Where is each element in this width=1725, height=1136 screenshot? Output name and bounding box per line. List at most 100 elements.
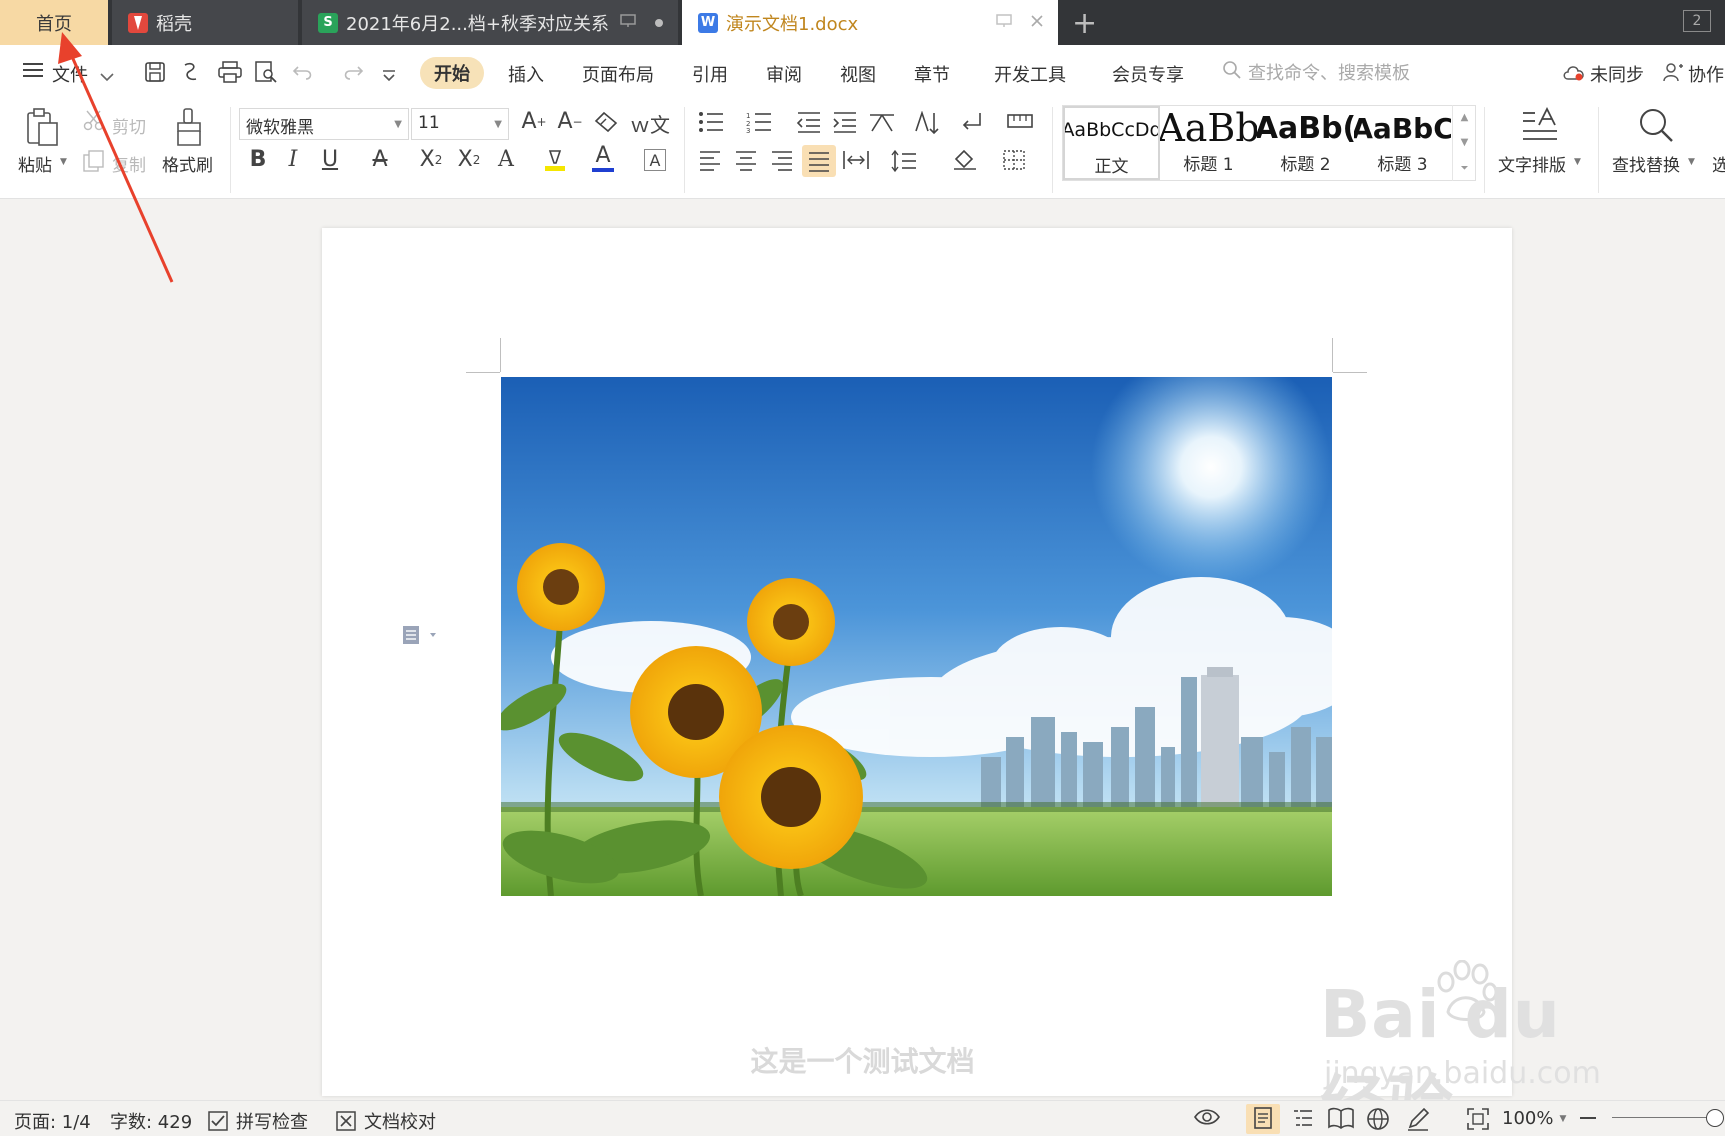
tab-home[interactable]: 首页: [0, 0, 108, 45]
shrink-font-icon[interactable]: A −: [556, 109, 584, 134]
style-heading-2[interactable]: AaBb( 标题 2: [1257, 106, 1354, 180]
zoom-slider-track[interactable]: [1612, 1117, 1712, 1118]
subscript-icon[interactable]: X2: [454, 147, 484, 172]
tab-spreadsheet[interactable]: S 2021年6月2...档+秋季对应关系: [302, 0, 678, 45]
web-layout-icon[interactable]: [1366, 1107, 1390, 1136]
table-tabs-icon[interactable]: [1006, 111, 1034, 131]
tab-document[interactable]: W 演示文档1.docx: [682, 0, 1058, 45]
screen-icon[interactable]: [996, 13, 1012, 32]
save-icon[interactable]: [144, 61, 166, 88]
menu-file[interactable]: 文件: [52, 61, 88, 87]
style-heading-3[interactable]: AaBbC 标题 3: [1354, 106, 1451, 180]
paragraph-layout-icon[interactable]: [402, 624, 440, 650]
word-count[interactable]: 字数: 429: [110, 1108, 192, 1134]
bullet-list-icon[interactable]: [698, 111, 724, 133]
fit-page-icon[interactable]: [1466, 1107, 1490, 1136]
borders-icon[interactable]: [1002, 149, 1026, 171]
print-preview-icon[interactable]: [254, 61, 278, 88]
superscript-icon[interactable]: X2: [416, 147, 446, 172]
page-indicator[interactable]: 页面: 1/4: [14, 1108, 91, 1134]
expand-gallery-icon[interactable]: ⏷: [1461, 163, 1469, 174]
shading-icon[interactable]: [952, 147, 978, 171]
paste-button[interactable]: 粘贴: [18, 151, 52, 176]
phonetic-guide-icon[interactable]: ｗ文: [630, 109, 670, 138]
find-replace-button[interactable]: 查找替换: [1612, 151, 1680, 176]
copy-button[interactable]: 复制: [112, 151, 146, 176]
decrease-indent-icon[interactable]: [796, 111, 822, 133]
find-replace-icon[interactable]: [1636, 105, 1676, 145]
chinese-layout-icon[interactable]: [868, 111, 896, 133]
outline-view-icon[interactable]: [1292, 1107, 1314, 1134]
new-tab-plus-icon[interactable]: +: [1072, 6, 1097, 41]
proofread-button[interactable]: 文档校对: [336, 1108, 436, 1134]
align-right-icon[interactable]: [770, 149, 794, 171]
export-pdf-icon[interactable]: [180, 61, 202, 88]
sort-icon[interactable]: [914, 111, 940, 135]
menu-member[interactable]: 会员专享: [1112, 61, 1184, 87]
grow-font-icon[interactable]: A +: [520, 109, 548, 134]
line-spacing-icon[interactable]: [890, 149, 918, 173]
show-marks-icon[interactable]: [958, 111, 984, 133]
undo-icon[interactable]: [292, 61, 316, 86]
menu-chapter[interactable]: 章节: [914, 61, 950, 87]
distribute-icon[interactable]: [842, 149, 870, 171]
collaborate-button[interactable]: 协作: [1662, 61, 1724, 87]
clear-format-icon[interactable]: [594, 111, 618, 133]
menu-developer[interactable]: 开发工具: [994, 61, 1066, 87]
sync-status[interactable]: 未同步: [1562, 61, 1644, 87]
zoom-level-select[interactable]: 100% ▼: [1502, 1108, 1566, 1129]
customize-toolbar-icon[interactable]: [382, 64, 396, 88]
window-count-badge[interactable]: 2: [1683, 10, 1711, 32]
char-border-icon[interactable]: A: [644, 149, 666, 171]
increase-indent-icon[interactable]: [832, 111, 858, 133]
redo-icon[interactable]: [340, 61, 364, 86]
menu-start-tab[interactable]: 开始: [420, 57, 484, 89]
tab-daoke[interactable]: 稻壳: [112, 0, 298, 45]
zoom-slider-thumb[interactable]: [1706, 1109, 1724, 1127]
paste-icon[interactable]: [22, 105, 62, 149]
align-left-icon[interactable]: [698, 149, 722, 171]
cut-icon[interactable]: [82, 109, 106, 131]
hamburger-menu-icon[interactable]: [22, 60, 44, 84]
menu-review[interactable]: 审阅: [766, 61, 802, 87]
font-name-select[interactable]: 微软雅黑 ▼: [239, 108, 409, 140]
chevron-down-icon[interactable]: ▼: [1574, 157, 1581, 167]
paste-dropdown-icon[interactable]: ▼: [60, 157, 67, 167]
text-layout-icon[interactable]: [1520, 105, 1560, 145]
command-search[interactable]: 查找命令、搜索模板: [1222, 59, 1410, 85]
font-size-select[interactable]: 11 ▼: [411, 108, 509, 140]
print-icon[interactable]: [218, 61, 242, 88]
style-heading-1[interactable]: AaBb 标题 1: [1160, 106, 1257, 180]
eye-protection-icon[interactable]: [1194, 1107, 1220, 1132]
format-painter-button[interactable]: 格式刷: [162, 151, 213, 176]
justify-icon[interactable]: [802, 145, 836, 177]
spell-check-button[interactable]: 拼写检查: [208, 1108, 308, 1134]
menu-page-layout[interactable]: 页面布局: [582, 61, 654, 87]
menu-references[interactable]: 引用: [692, 61, 728, 87]
chevron-down-icon[interactable]: ▼: [1688, 157, 1695, 167]
chevron-up-icon[interactable]: ▲: [1461, 112, 1469, 123]
chevron-down-icon[interactable]: ▼: [1461, 137, 1469, 148]
menu-view[interactable]: 视图: [840, 61, 876, 87]
text-layout-button[interactable]: 文字排版: [1498, 151, 1566, 176]
document-image-sunflowers[interactable]: [501, 377, 1332, 896]
styles-scroll[interactable]: ▲ ▼ ⏷: [1452, 105, 1476, 181]
zoom-out-icon[interactable]: [1580, 1117, 1596, 1119]
numbered-list-icon[interactable]: 123: [746, 111, 772, 133]
reading-mode-icon[interactable]: [1328, 1107, 1354, 1134]
menu-insert[interactable]: 插入: [508, 61, 544, 87]
writing-mode-icon[interactable]: [1406, 1107, 1430, 1136]
chevron-down-icon[interactable]: [100, 63, 114, 87]
strikethrough-icon[interactable]: A: [368, 147, 392, 172]
select-button[interactable]: 选: [1712, 151, 1725, 176]
close-tab-icon[interactable]: [1030, 13, 1044, 32]
screen-icon[interactable]: [620, 13, 636, 32]
italic-icon[interactable]: I: [282, 147, 304, 172]
format-painter-icon[interactable]: [172, 105, 208, 149]
style-normal[interactable]: AaBbCcDd 正文: [1063, 106, 1160, 180]
highlight-icon[interactable]: [542, 147, 568, 173]
text-effect-icon[interactable]: A: [494, 147, 518, 172]
copy-icon[interactable]: [82, 149, 106, 173]
font-color-icon[interactable]: A: [592, 145, 614, 172]
page-view-icon[interactable]: [1246, 1104, 1280, 1134]
